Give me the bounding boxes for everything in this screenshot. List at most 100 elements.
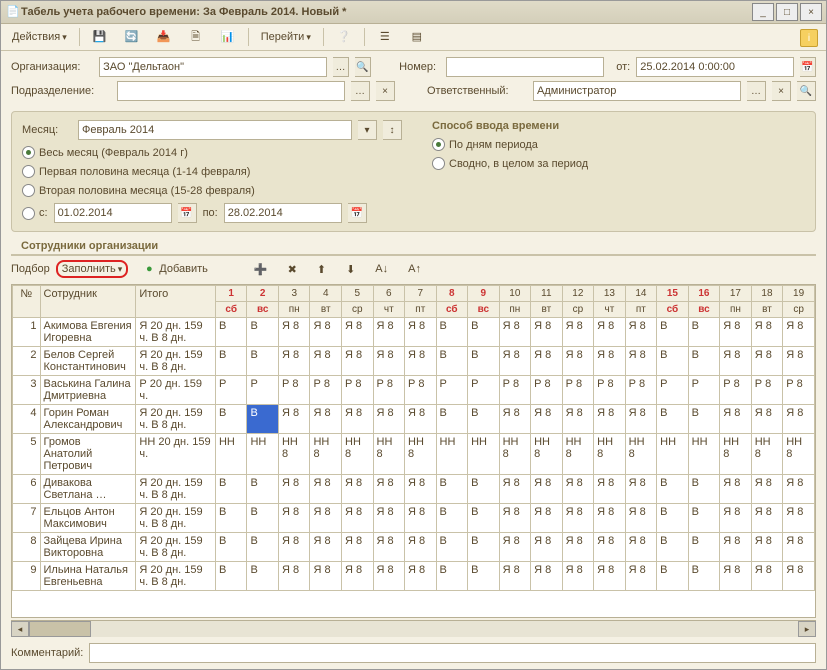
day-cell[interactable]: НН 8: [405, 434, 437, 475]
day-cell[interactable]: Я 8: [499, 318, 531, 347]
day-cell[interactable]: Я 8: [373, 504, 405, 533]
day-cell[interactable]: В: [657, 405, 689, 434]
day-cell[interactable]: Я 8: [562, 533, 594, 562]
save-icon[interactable]: 💾: [85, 26, 115, 48]
fill-button[interactable]: Заполнить: [56, 260, 129, 278]
day-cell[interactable]: Я 8: [405, 562, 437, 591]
day-cell[interactable]: В: [247, 318, 279, 347]
day-cell[interactable]: Я 8: [373, 533, 405, 562]
day-cell[interactable]: Я 8: [720, 318, 752, 347]
day-cell[interactable]: НН 8: [562, 434, 594, 475]
radio-first-half[interactable]: Первая половина месяца (1-14 февраля): [22, 165, 402, 178]
day-cell[interactable]: Я 8: [278, 504, 310, 533]
day-cell[interactable]: Я 8: [594, 318, 626, 347]
day-cell[interactable]: НН 8: [751, 434, 783, 475]
day-cell[interactable]: Я 8: [499, 475, 531, 504]
day-cell[interactable]: Я 8: [625, 475, 657, 504]
table-row[interactable]: 5Громов Анатолий ПетровичНН 20 дн. 159 ч…: [13, 434, 815, 475]
day-cell[interactable]: НН: [215, 434, 247, 475]
day-cell[interactable]: Я 8: [342, 533, 374, 562]
day-cell[interactable]: Я 8: [594, 562, 626, 591]
day-cell[interactable]: Я 8: [342, 405, 374, 434]
day-cell[interactable]: В: [215, 562, 247, 591]
goto-menu[interactable]: Перейти: [254, 28, 318, 46]
day-cell[interactable]: В: [215, 533, 247, 562]
day-cell[interactable]: Я 8: [310, 405, 342, 434]
day-cell[interactable]: В: [247, 533, 279, 562]
radio-whole-month[interactable]: Весь месяц (Февраль 2014 г): [22, 146, 402, 159]
day-cell[interactable]: Я 8: [531, 533, 563, 562]
day-cell[interactable]: Я 8: [373, 405, 405, 434]
day-cell[interactable]: В: [688, 475, 720, 504]
day-cell[interactable]: Я 8: [531, 405, 563, 434]
day-cell[interactable]: В: [247, 347, 279, 376]
day-cell[interactable]: Я 8: [783, 318, 815, 347]
day-cell[interactable]: Я 8: [720, 562, 752, 591]
list-icon[interactable]: ☰: [370, 26, 400, 48]
resp-clear-icon[interactable]: ×: [772, 81, 791, 101]
day-cell[interactable]: В: [468, 533, 500, 562]
day-cell[interactable]: Я 8: [310, 504, 342, 533]
day-cell[interactable]: В: [215, 318, 247, 347]
day-cell[interactable]: Я 8: [720, 347, 752, 376]
subdiv-input[interactable]: [117, 81, 345, 101]
day-cell[interactable]: Р: [247, 376, 279, 405]
day-cell[interactable]: Р: [215, 376, 247, 405]
post-icon[interactable]: 📥: [149, 26, 179, 48]
pick-button[interactable]: Подбор: [11, 263, 50, 275]
day-cell[interactable]: В: [468, 475, 500, 504]
date-to-input[interactable]: 28.02.2014: [224, 203, 342, 223]
table-row[interactable]: 8Зайцева Ирина ВикторовнаЯ 20 дн. 159 ч.…: [13, 533, 815, 562]
day-cell[interactable]: НН: [436, 434, 468, 475]
comment-input[interactable]: [89, 643, 816, 663]
day-cell[interactable]: Р 8: [278, 376, 310, 405]
day-cell[interactable]: В: [436, 347, 468, 376]
day-cell[interactable]: Я 8: [562, 318, 594, 347]
day-cell[interactable]: Я 8: [783, 533, 815, 562]
timesheet-grid[interactable]: №СотрудникИтого1234567891011121314151617…: [11, 284, 816, 618]
day-cell[interactable]: В: [436, 562, 468, 591]
day-cell[interactable]: Я 8: [625, 405, 657, 434]
day-cell[interactable]: Я 8: [310, 562, 342, 591]
day-cell[interactable]: Я 8: [405, 318, 437, 347]
help-icon[interactable]: ❔: [329, 26, 359, 48]
delete-row-icon[interactable]: ✖: [281, 260, 304, 279]
day-cell[interactable]: Я 8: [342, 318, 374, 347]
day-cell[interactable]: Я 8: [625, 533, 657, 562]
day-cell[interactable]: В: [436, 533, 468, 562]
day-cell[interactable]: Я 8: [783, 504, 815, 533]
day-cell[interactable]: Я 8: [562, 405, 594, 434]
table-row[interactable]: 1Акимова Евгения ИгоревнаЯ 20 дн. 159 ч.…: [13, 318, 815, 347]
day-cell[interactable]: Я 8: [625, 347, 657, 376]
day-cell[interactable]: В: [657, 318, 689, 347]
date-picker-icon[interactable]: 📅: [800, 57, 816, 77]
move-down-icon[interactable]: ⬇: [339, 260, 362, 279]
radio-by-days[interactable]: По дням периода: [432, 138, 588, 151]
month-dropdown-icon[interactable]: ▾: [358, 120, 377, 140]
radio-second-half[interactable]: Вторая половина месяца (15-28 февраля): [22, 184, 402, 197]
day-cell[interactable]: Я 8: [625, 504, 657, 533]
day-cell[interactable]: Р 8: [720, 376, 752, 405]
day-cell[interactable]: Я 8: [531, 318, 563, 347]
day-cell[interactable]: Я 8: [499, 533, 531, 562]
day-cell[interactable]: Я 8: [625, 562, 657, 591]
day-cell[interactable]: Я 8: [751, 405, 783, 434]
day-cell[interactable]: Р: [436, 376, 468, 405]
horizontal-scrollbar[interactable]: ◂ ▸: [11, 620, 816, 637]
day-cell[interactable]: Я 8: [499, 405, 531, 434]
day-cell[interactable]: Я 8: [720, 533, 752, 562]
day-cell[interactable]: Я 8: [310, 475, 342, 504]
day-cell[interactable]: Я 8: [405, 504, 437, 533]
day-cell[interactable]: Я 8: [373, 347, 405, 376]
day-cell[interactable]: В: [215, 347, 247, 376]
day-cell[interactable]: В: [468, 504, 500, 533]
month-input[interactable]: Февраль 2014: [78, 120, 352, 140]
day-cell[interactable]: Я 8: [751, 562, 783, 591]
subdiv-clear-icon[interactable]: ×: [376, 81, 395, 101]
resp-select-button[interactable]: …: [747, 81, 766, 101]
actions-menu[interactable]: Действия: [5, 28, 74, 46]
day-cell[interactable]: Р 8: [783, 376, 815, 405]
day-cell[interactable]: Р 8: [310, 376, 342, 405]
day-cell[interactable]: В: [657, 562, 689, 591]
day-cell[interactable]: Я 8: [751, 347, 783, 376]
